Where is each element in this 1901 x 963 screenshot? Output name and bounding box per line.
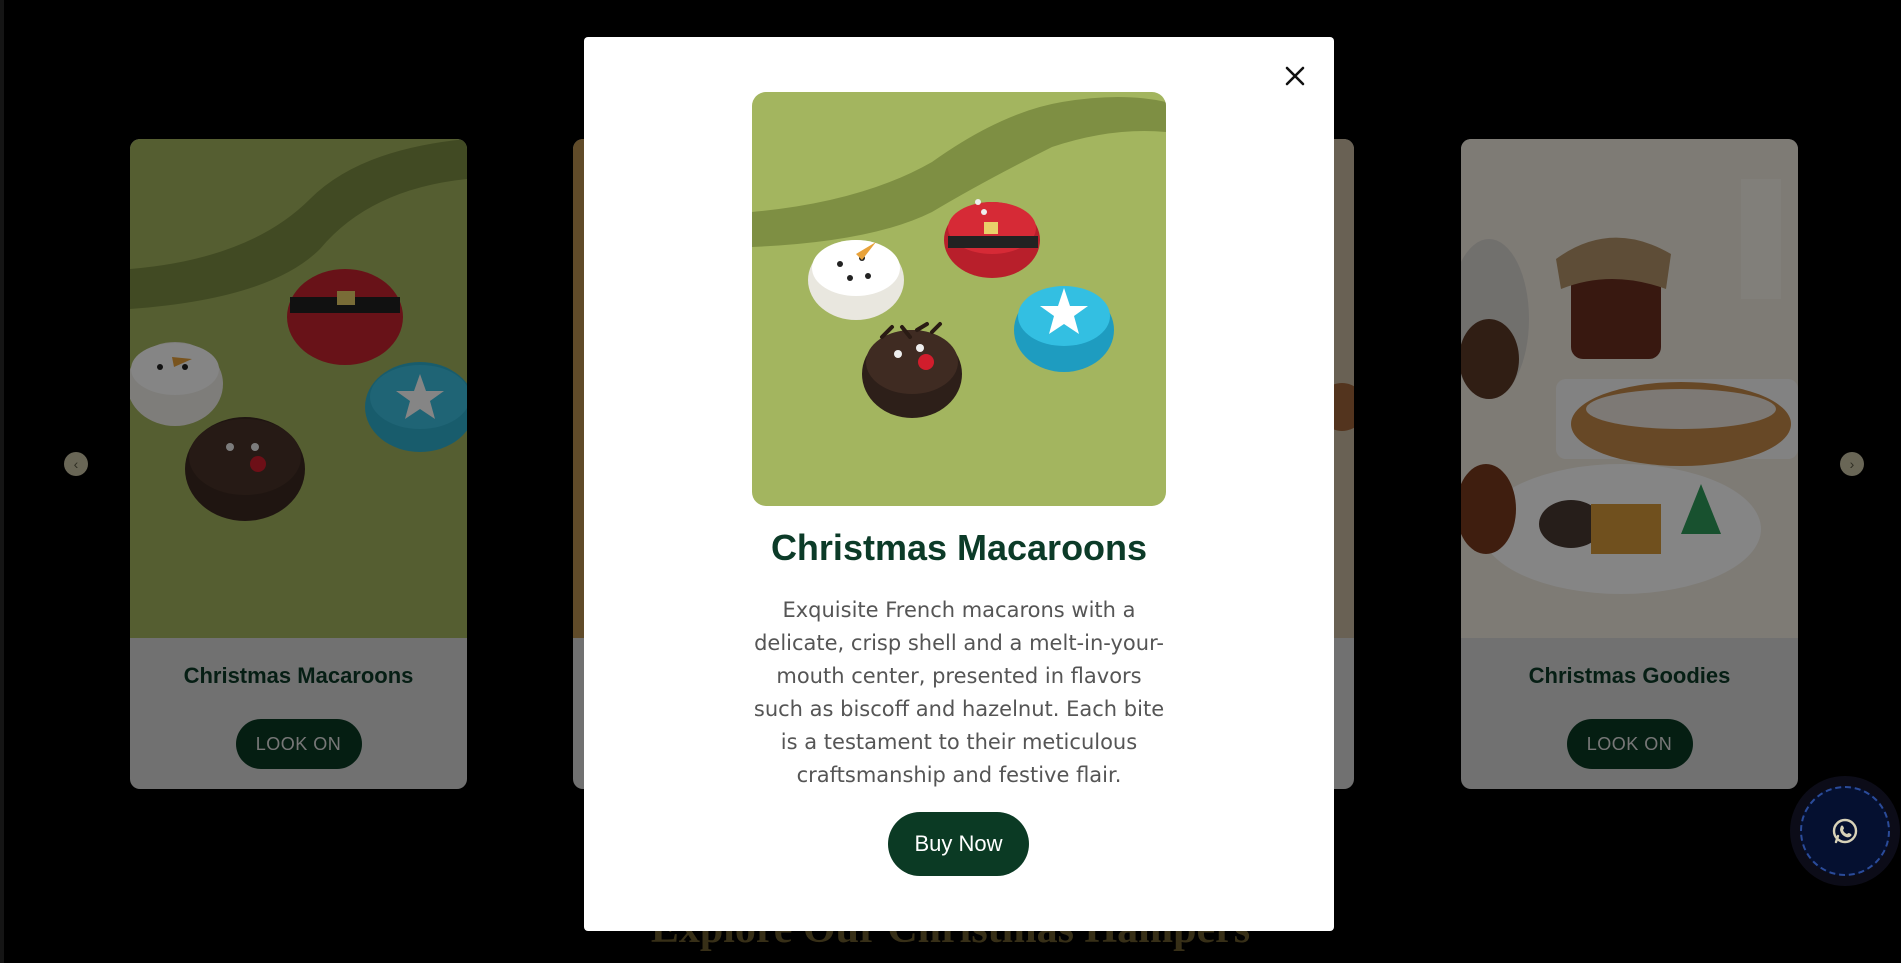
whatsapp-button[interactable]	[1800, 786, 1890, 876]
modal-product-image	[752, 92, 1166, 506]
buy-now-button[interactable]: Buy Now	[888, 812, 1029, 876]
close-icon	[1285, 66, 1305, 86]
close-button[interactable]	[1280, 61, 1310, 91]
modal-description: Exquisite French macarons with a delicat…	[753, 598, 1165, 787]
whatsapp-icon	[1832, 818, 1858, 844]
product-modal: Christmas Macaroons Exquisite French mac…	[584, 37, 1334, 931]
modal-title: Christmas Macaroons	[770, 527, 1148, 568]
